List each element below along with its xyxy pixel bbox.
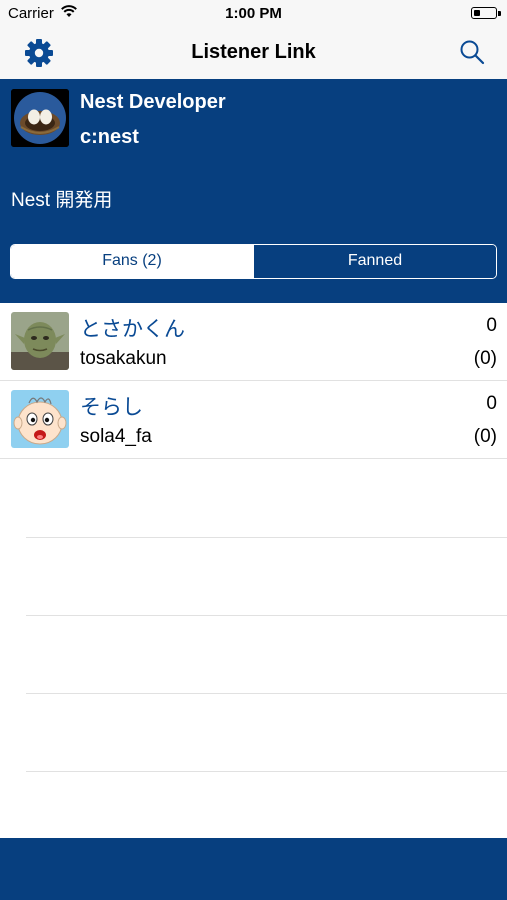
bottom-bar xyxy=(0,838,507,900)
search-icon[interactable] xyxy=(459,39,485,65)
profile-avatar xyxy=(11,89,69,147)
status-bar: Carrier 1:00 PM xyxy=(0,0,507,28)
status-time: 1:00 PM xyxy=(225,5,282,22)
cartoon-face-avatar xyxy=(11,390,69,448)
fans-segmented-control: Fans (2) Fanned xyxy=(10,244,497,279)
user-sub-count: (0) xyxy=(473,426,497,447)
empty-row-separator xyxy=(26,615,507,616)
profile-description: Nest 開発用 xyxy=(11,190,113,211)
nest-eggs-avatar xyxy=(11,89,69,147)
user-id: sola4_fa xyxy=(80,426,152,447)
user-avatar xyxy=(11,390,69,448)
navigation-bar: Listener Link xyxy=(0,28,507,79)
user-count: 0 xyxy=(486,393,497,414)
user-avatar xyxy=(11,312,69,370)
profile-header: Nest Developer c:nest Nest 開発用 Fans (2) … xyxy=(0,79,507,303)
user-id: tosakakun xyxy=(80,348,167,369)
empty-row-separator xyxy=(26,771,507,772)
user-display-name: そらし xyxy=(80,396,143,419)
user-sub-count: (0) xyxy=(473,348,497,369)
segment-fanned[interactable]: Fanned xyxy=(253,245,496,278)
empty-row-separator xyxy=(26,693,507,694)
profile-handle: c:nest xyxy=(80,126,139,148)
page-title: Listener Link xyxy=(191,41,316,63)
battery-icon xyxy=(471,7,501,19)
list-item[interactable]: そらし sola4_fa 0 (0) xyxy=(0,381,507,459)
profile-name: Nest Developer xyxy=(80,91,226,113)
user-count: 0 xyxy=(486,315,497,336)
segment-fans[interactable]: Fans (2) xyxy=(11,245,253,278)
empty-row-separator xyxy=(26,537,507,538)
yoda-avatar xyxy=(11,312,69,370)
user-display-name: とさかくん xyxy=(80,318,185,341)
fans-list: とさかくん tosakakun 0 (0) そらし sola4_fa 0 (0) xyxy=(0,303,507,459)
list-item[interactable]: とさかくん tosakakun 0 (0) xyxy=(0,303,507,381)
